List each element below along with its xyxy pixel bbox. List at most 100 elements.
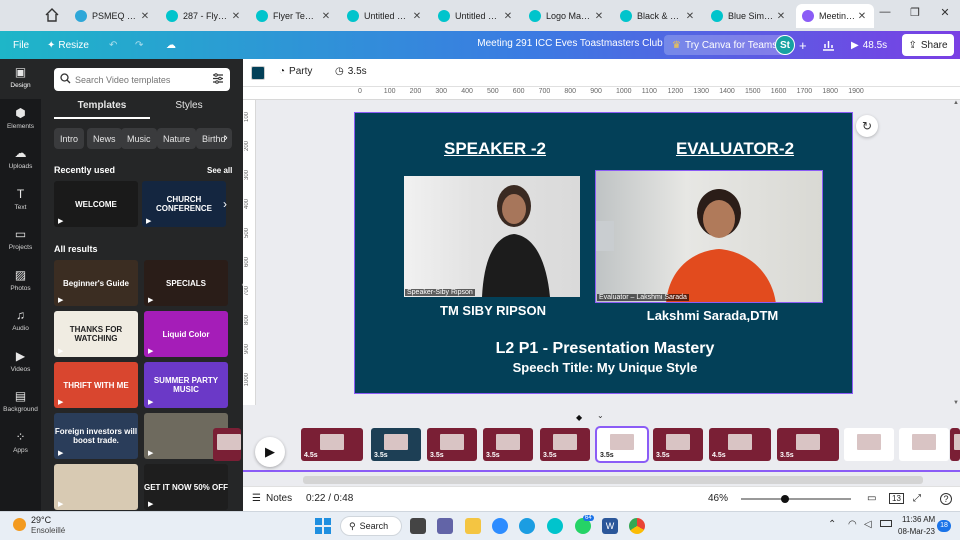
evaluator-video[interactable]: Evaluator – Lakshmi Sarada bbox=[595, 170, 823, 303]
tray-chevron-icon[interactable]: ⌃ bbox=[828, 519, 836, 530]
timeline-scrollbar[interactable] bbox=[303, 476, 923, 484]
result-template-thumbnail[interactable]: Foreign investors will boost trade. ▶ bbox=[54, 413, 138, 459]
timeline-clip[interactable]: 3.5s bbox=[777, 428, 839, 461]
notes-button[interactable]: ☰ Notes bbox=[252, 493, 292, 504]
refresh-icon[interactable]: ↻ bbox=[856, 115, 878, 137]
weather-icon[interactable] bbox=[13, 518, 26, 531]
volume-icon[interactable]: ◁ bbox=[864, 519, 872, 530]
animate-button[interactable]: ◔ Party bbox=[279, 66, 312, 77]
result-template-thumbnail[interactable]: ▶ bbox=[54, 464, 138, 510]
zoom-icon[interactable] bbox=[492, 518, 508, 534]
clock-time[interactable]: 11:36 AM bbox=[902, 515, 935, 524]
file-menu[interactable]: File bbox=[13, 36, 29, 54]
chrome-icon[interactable] bbox=[629, 518, 645, 534]
analytics-icon[interactable] bbox=[822, 36, 835, 54]
background-color-swatch[interactable] bbox=[251, 66, 265, 80]
result-template-thumbnail[interactable]: Beginner's Guide ▶ bbox=[54, 260, 138, 306]
category-chip[interactable]: Nature bbox=[157, 128, 197, 149]
browser-tab[interactable]: PSMEQ TMC ...✕ bbox=[69, 4, 157, 28]
maximize-button[interactable]: ❐ bbox=[900, 6, 930, 24]
timeline-clip[interactable] bbox=[950, 428, 960, 461]
help-icon[interactable]: ? bbox=[940, 493, 952, 505]
wifi-icon[interactable]: ◠ bbox=[848, 519, 857, 530]
result-template-thumbnail[interactable]: THANKS FOR WATCHING ▶ bbox=[54, 311, 138, 357]
resize-button[interactable]: ✦ Resize bbox=[47, 36, 89, 54]
timeline-clip[interactable]: 3.5s bbox=[540, 428, 590, 461]
rail-item-videos[interactable]: ▶ Videos bbox=[0, 343, 41, 383]
tab-close-icon[interactable]: ✕ bbox=[320, 11, 332, 22]
timeline-clip[interactable]: 3.5s bbox=[653, 428, 703, 461]
workspace-scrollbar[interactable]: ▲ ▼ bbox=[952, 100, 959, 408]
rail-item-projects[interactable]: ▭ Projects bbox=[0, 221, 41, 261]
browser-tab[interactable]: Meeting 291 I...✕ bbox=[796, 4, 874, 28]
timeline-clip[interactable]: 3.5s bbox=[371, 428, 421, 461]
tab-close-icon[interactable]: ✕ bbox=[775, 11, 787, 22]
timeline-clip[interactable]: 4.5s bbox=[301, 428, 363, 461]
taskbar-search[interactable]: ⚲ Search bbox=[340, 516, 402, 536]
start-button[interactable] bbox=[315, 518, 331, 534]
result-template-thumbnail[interactable]: SUMMER PARTY MUSIC ▶ bbox=[144, 362, 228, 408]
page-count[interactable]: 13 bbox=[889, 493, 904, 504]
timeline-clip[interactable]: 3.5s bbox=[595, 426, 649, 463]
tab-close-icon[interactable]: ✕ bbox=[230, 11, 242, 22]
category-chip[interactable]: Music bbox=[121, 128, 157, 149]
filter-icon[interactable] bbox=[212, 72, 224, 87]
zoom-slider[interactable] bbox=[741, 495, 851, 503]
rail-item-elements[interactable]: ⬢ Elements bbox=[0, 100, 41, 140]
clock-date[interactable]: 08-Mar-23 bbox=[898, 527, 935, 536]
category-chip[interactable]: Intro bbox=[54, 128, 85, 149]
tab-templates[interactable]: Templates bbox=[62, 100, 142, 111]
design-title[interactable]: Meeting 291 ICC Eves Toastmasters Club bbox=[470, 38, 670, 49]
browser-tab[interactable]: Black & Orang...✕ bbox=[614, 4, 702, 28]
search-input[interactable] bbox=[75, 74, 212, 85]
share-button[interactable]: ⇪ Share bbox=[902, 34, 954, 56]
edge-icon[interactable] bbox=[519, 518, 535, 534]
zoom-slider-thumb[interactable] bbox=[781, 495, 789, 503]
minimize-button[interactable]: — bbox=[870, 6, 900, 24]
tab-close-icon[interactable]: ✕ bbox=[593, 11, 605, 22]
word-icon[interactable]: W bbox=[602, 518, 618, 534]
result-template-thumbnail[interactable]: GET IT NOW 50% OFF ▶ bbox=[144, 464, 228, 510]
result-template-thumbnail[interactable]: Liquid Color ▶ bbox=[144, 311, 228, 357]
rail-item-apps[interactable]: ⁘ Apps bbox=[0, 424, 41, 464]
rail-item-uploads[interactable]: ☁ Uploads bbox=[0, 140, 41, 180]
redo-icon[interactable]: ↷ bbox=[135, 36, 143, 54]
notification-badge[interactable]: 18 bbox=[937, 520, 951, 532]
canva-icon[interactable] bbox=[547, 518, 563, 534]
rail-item-audio[interactable]: ♫ Audio bbox=[0, 302, 41, 342]
avatar[interactable]: St bbox=[775, 35, 795, 55]
grid-view-icon[interactable]: ▭ bbox=[867, 493, 876, 504]
timeline-play-button[interactable]: ▶ bbox=[255, 437, 285, 467]
tab-close-icon[interactable]: ✕ bbox=[139, 11, 151, 22]
tab-styles[interactable]: Styles bbox=[149, 100, 229, 111]
timeline-clip[interactable]: 3.5s bbox=[899, 428, 949, 461]
see-all-link[interactable]: See all bbox=[207, 166, 232, 175]
rail-item-photos[interactable]: ▨ Photos bbox=[0, 262, 41, 302]
recent-template-thumbnail[interactable]: WELCOME ▶ bbox=[54, 181, 138, 227]
cloud-save-icon[interactable]: ☁ bbox=[166, 36, 176, 54]
tab-close-icon[interactable]: ✕ bbox=[684, 11, 696, 22]
tab-close-icon[interactable]: ✕ bbox=[411, 11, 423, 22]
rail-item-design[interactable]: ▣ Design bbox=[0, 59, 41, 99]
result-template-thumbnail[interactable]: SPECIALS ▶ bbox=[144, 260, 228, 306]
timeline-expand-icon[interactable]: ⌄ bbox=[597, 411, 604, 420]
browser-tab[interactable]: 287 - Flyer (A4)✕ bbox=[160, 4, 248, 28]
battery-icon[interactable] bbox=[880, 520, 892, 527]
template-search[interactable] bbox=[54, 68, 230, 91]
file-explorer-icon[interactable] bbox=[465, 518, 481, 534]
recent-scroll-right-icon[interactable]: › bbox=[223, 197, 227, 211]
browser-tab[interactable]: Untitled desig...✕ bbox=[341, 4, 429, 28]
tab-close-icon[interactable]: ✕ bbox=[856, 11, 868, 22]
rail-item-background[interactable]: ▤ Background bbox=[0, 383, 41, 423]
browser-tab[interactable]: Untitled desig...✕ bbox=[432, 4, 520, 28]
task-view-icon[interactable] bbox=[410, 518, 426, 534]
slide-canvas[interactable]: SPEAKER -2 EVALUATOR-2 Speaker-Siby Rips… bbox=[354, 112, 853, 394]
recent-template-thumbnail[interactable]: CHURCH CONFERENCE ▶ bbox=[142, 181, 226, 227]
fullscreen-icon[interactable]: ⤢ bbox=[913, 493, 921, 504]
browser-tab[interactable]: Logo Marca P...✕ bbox=[523, 4, 611, 28]
playhead-marker[interactable]: ◆ bbox=[576, 413, 582, 422]
browser-tab[interactable]: Flyer Templat...✕ bbox=[250, 4, 338, 28]
result-template-thumbnail[interactable]: THRIFT WITH ME ▶ bbox=[54, 362, 138, 408]
present-button[interactable]: ▶ 48.5s bbox=[845, 35, 893, 55]
add-collaborator-button[interactable]: + bbox=[799, 36, 807, 54]
